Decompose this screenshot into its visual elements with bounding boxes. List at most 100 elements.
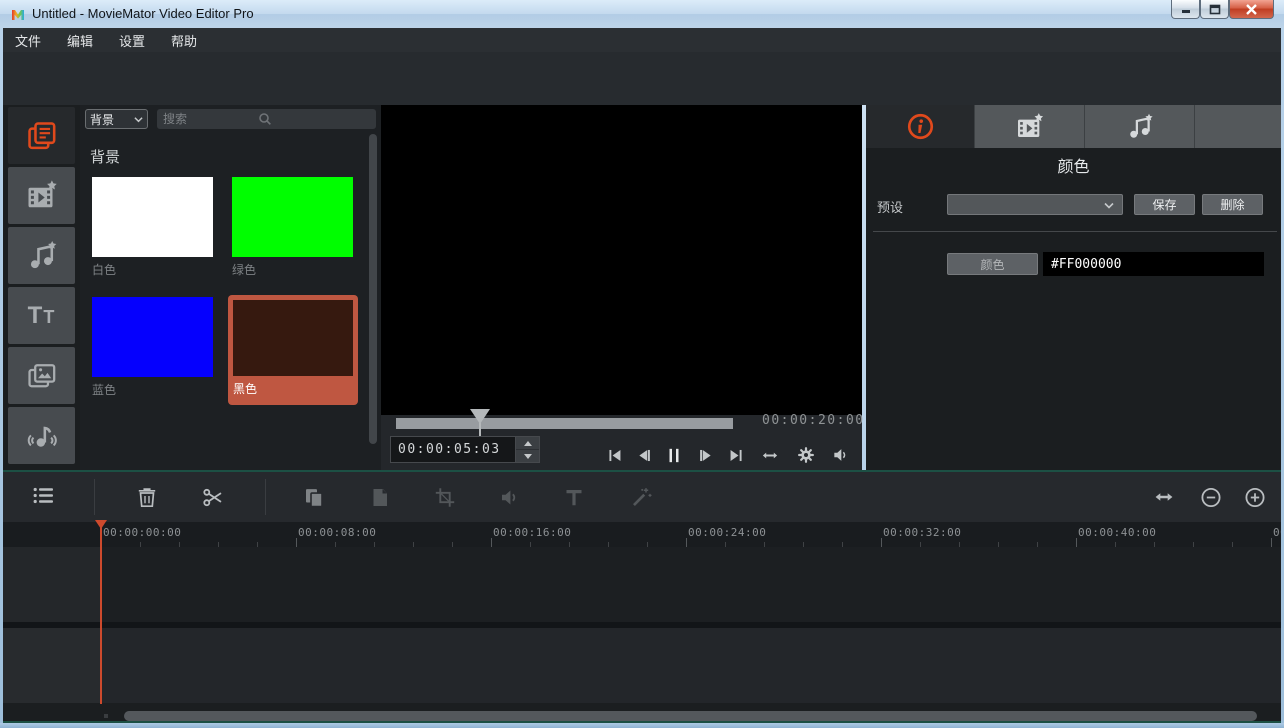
zoom-out-icon[interactable] (1199, 485, 1223, 509)
titles-icon: TT (28, 304, 56, 328)
menu-item-file[interactable]: 文件 (15, 31, 41, 50)
track-2-lane[interactable] (101, 628, 1281, 703)
media-panel-scrollbar[interactable] (369, 134, 377, 444)
divider (265, 479, 266, 515)
preset-save-button[interactable]: 保存 (1134, 194, 1195, 215)
properties-title: 颜色 (866, 153, 1281, 177)
mute-icon[interactable] (498, 485, 522, 509)
total-duration: 00:00:20:00 (762, 413, 865, 428)
seek-playhead-icon[interactable] (470, 409, 490, 424)
copy-icon[interactable] (302, 485, 326, 509)
info-icon (906, 112, 935, 141)
chevron-down-icon (1104, 202, 1114, 209)
track-2-header[interactable] (3, 628, 100, 703)
skip-to-end-icon[interactable] (725, 444, 747, 466)
timeline-menu-icon[interactable] (31, 483, 55, 507)
timeline-scroll-area (3, 703, 1281, 721)
tab-video-effects[interactable] (976, 105, 1085, 148)
title-bar[interactable]: Untitled - MovieMator Video Editor Pro (0, 0, 1284, 28)
pause-icon[interactable] (663, 444, 685, 466)
timeline-toolbar (3, 472, 1281, 522)
sidebar-item-video-effects[interactable] (8, 167, 75, 224)
color-value-field[interactable]: #FF000000 (1043, 252, 1264, 276)
chevron-down-icon (134, 116, 143, 123)
seek-bar[interactable] (396, 418, 733, 429)
properties-panel: 颜色 预设 保存 删除 颜色 #FF000000 (866, 105, 1281, 470)
category-dropdown-value: 背景 (90, 111, 114, 128)
main-toolbar (0, 52, 1284, 105)
swatch-blue[interactable] (92, 297, 213, 377)
player-settings-icon[interactable] (795, 444, 817, 466)
sound-effects-icon (25, 419, 59, 453)
minimize-button[interactable] (1171, 0, 1200, 19)
tab-info[interactable] (866, 105, 975, 148)
preset-dropdown[interactable] (947, 194, 1123, 215)
swatch-white[interactable] (92, 177, 213, 257)
tab-audio-effects[interactable] (1086, 105, 1195, 148)
track-1-lane[interactable] (101, 547, 1281, 622)
fit-timeline-icon[interactable] (1152, 485, 1176, 509)
media-type-sidebar: TT (3, 105, 80, 470)
menu-bar: 文件 编辑 设置 帮助 (0, 28, 1284, 52)
video-effects-icon (24, 178, 60, 214)
media-panel (80, 105, 381, 470)
sidebar-item-titles[interactable]: TT (8, 287, 75, 344)
crop-icon[interactable] (433, 485, 457, 509)
audio-effects-icon (1125, 112, 1155, 142)
timecode-field[interactable]: 00:00:05:03 (390, 436, 516, 463)
sidebar-item-transitions[interactable] (8, 347, 75, 404)
skip-to-start-icon[interactable] (603, 444, 625, 466)
timecode-spinner (516, 436, 540, 463)
window-title: Untitled - MovieMator Video Editor Pro (32, 6, 254, 21)
swatch-green-label: 绿色 (232, 261, 256, 278)
color-picker-button[interactable]: 颜色 (947, 253, 1038, 275)
track-1-header[interactable] (3, 547, 100, 622)
sidebar-item-media-library[interactable] (8, 107, 75, 164)
delete-icon[interactable] (135, 485, 159, 509)
sidebar-item-audio-effects[interactable] (8, 227, 75, 284)
swatch-black-chip (233, 300, 353, 376)
preview-controls-area: 00:00:20:00 00:00:05:03 (381, 415, 862, 470)
category-dropdown[interactable]: 背景 (85, 109, 148, 129)
menu-item-settings[interactable]: 设置 (119, 31, 145, 50)
sidebar-item-sound-effects[interactable] (8, 407, 75, 464)
audio-effects-icon (25, 239, 59, 273)
ruler-major-ticks (101, 538, 1281, 547)
timecode-increment-button[interactable] (516, 437, 539, 450)
properties-tab-bar (866, 105, 1281, 148)
swatch-blue-label: 蓝色 (92, 381, 116, 398)
timecode-decrement-button[interactable] (516, 450, 539, 463)
timeline-ruler[interactable]: 00:00:00:00 00:00:08:00 00:00:16:00 00:0… (3, 522, 1281, 547)
paste-icon[interactable] (368, 485, 392, 509)
zoom-in-icon[interactable] (1243, 485, 1267, 509)
previous-frame-icon[interactable] (633, 444, 655, 466)
preview-viewport[interactable] (381, 105, 862, 415)
divider (94, 479, 95, 515)
timeline-playhead-line (100, 522, 102, 704)
divider (873, 231, 1277, 232)
menu-item-help[interactable]: 帮助 (171, 31, 197, 50)
filters-icon[interactable] (629, 485, 653, 509)
menu-item-edit[interactable]: 编辑 (67, 31, 93, 50)
window-frame (0, 723, 1284, 728)
search-icon (257, 111, 273, 127)
close-button[interactable] (1229, 0, 1274, 19)
maximize-button[interactable] (1200, 0, 1229, 19)
toggle-in-out-icon[interactable] (759, 444, 781, 466)
window-controls (1171, 0, 1274, 19)
add-text-icon[interactable] (562, 485, 586, 509)
scrollbar-dot (104, 714, 108, 718)
swatch-green[interactable] (232, 177, 353, 257)
split-icon[interactable] (201, 485, 225, 509)
next-frame-icon[interactable] (694, 444, 716, 466)
app-window: Untitled - MovieMator Video Editor Pro 文… (0, 0, 1284, 728)
preset-label: 预设 (877, 197, 903, 216)
media-section-title: 背景 (90, 146, 120, 167)
preset-delete-button[interactable]: 删除 (1202, 194, 1263, 215)
swatch-black-selected[interactable]: 黑色 (228, 295, 358, 405)
app-logo-icon (10, 6, 26, 22)
timeline-horizontal-scrollbar[interactable] (124, 711, 1257, 721)
transitions-icon (25, 359, 59, 393)
video-effects-icon (1014, 111, 1046, 143)
player-volume-icon[interactable] (830, 444, 852, 466)
